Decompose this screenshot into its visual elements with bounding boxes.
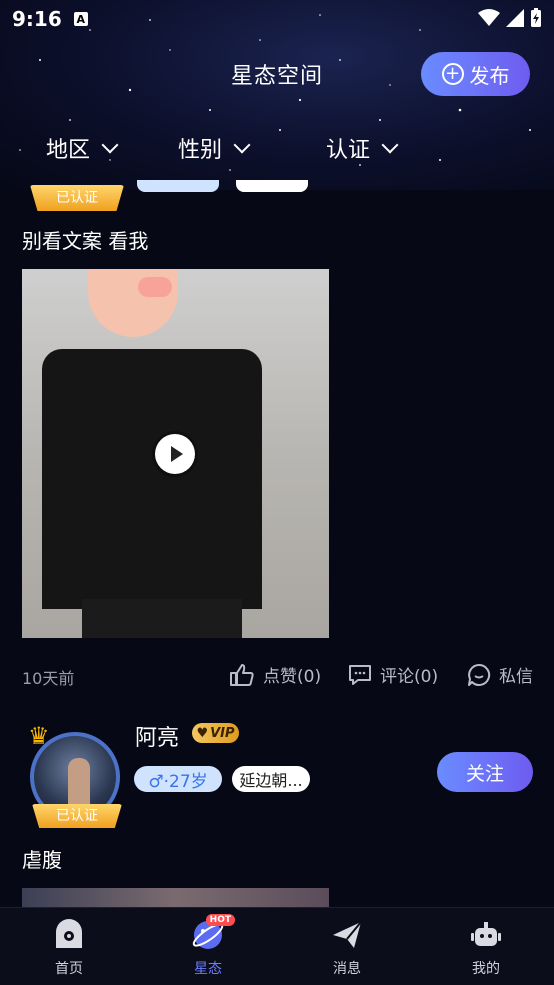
- vip-label: VIP: [210, 725, 235, 741]
- plus-circle-icon: +: [441, 63, 464, 85]
- play-icon[interactable]: [155, 434, 195, 474]
- post-timestamp: 10天前: [22, 669, 75, 688]
- vip-heart-icon: ♥: [196, 725, 209, 741]
- tab-home[interactable]: 首页: [29, 918, 109, 978]
- hot-badge: HOT: [205, 914, 235, 926]
- chevron-down-icon: [233, 136, 251, 154]
- message-label: 私信: [499, 667, 533, 687]
- like-label: 点赞(0): [263, 667, 322, 687]
- status-bar: 9:16 A: [0, 0, 554, 38]
- message-button[interactable]: 私信: [467, 662, 533, 687]
- publish-button[interactable]: + 发布: [421, 52, 530, 96]
- tab-profile-label: 我的: [472, 961, 500, 977]
- post-video[interactable]: [22, 269, 329, 638]
- comment-icon: [349, 664, 371, 685]
- post-actions: 10天前 点赞(0) 评论(0) 私信: [0, 662, 554, 690]
- age-pill: ♂·27岁: [134, 766, 222, 792]
- header: 9:16 A 星态空间 + 发布 地区 性别 认证: [0, 0, 554, 190]
- chevron-down-icon: [381, 136, 399, 154]
- post-video[interactable]: [22, 888, 329, 907]
- tab-messages[interactable]: 消息: [307, 918, 387, 978]
- location-pill: [236, 180, 308, 192]
- verified-badge: 已认证: [32, 804, 122, 828]
- wifi-icon: [478, 9, 500, 26]
- thumbs-up-icon: [230, 663, 254, 686]
- tab-messages-label: 消息: [333, 961, 361, 977]
- filter-gender[interactable]: 性别: [178, 132, 251, 164]
- age-pill: [137, 180, 219, 192]
- filter-bar: 地区 性别 认证: [0, 132, 554, 172]
- chevron-down-icon: [101, 136, 119, 154]
- publish-label: 发布: [469, 63, 510, 88]
- pig-face-sticker: [88, 269, 178, 337]
- planet-icon: HOT: [191, 914, 235, 952]
- post-text: 别看文案 看我: [22, 229, 149, 253]
- status-time: 9:16: [12, 7, 62, 31]
- location-pill: 延边朝...: [232, 766, 310, 792]
- bottom-tab-bar: 首页 HOT 星态 消息 我的: [0, 907, 554, 985]
- feed-list[interactable]: 已认证 别看文案 看我 10天前 点赞(0) 评论(0) 私信 ♛ 已认证 阿亮…: [0, 180, 554, 907]
- robot-icon: [469, 918, 503, 952]
- filter-region-label: 地区: [46, 138, 91, 163]
- comment-label: 评论(0): [380, 667, 439, 687]
- follow-button[interactable]: 关注: [437, 752, 533, 792]
- like-button[interactable]: 点赞(0): [229, 662, 321, 687]
- video-subject: [42, 349, 262, 609]
- crown-icon: ♛: [28, 722, 50, 750]
- comment-button[interactable]: 评论(0): [348, 662, 438, 687]
- signal-icon: [506, 9, 524, 27]
- avatar[interactable]: ♛ 已认证: [22, 718, 132, 830]
- paper-plane-icon: [330, 918, 364, 952]
- ghost-icon: [52, 918, 86, 952]
- filter-verified[interactable]: 认证: [326, 132, 399, 164]
- vip-badge: ♥ VIP: [192, 723, 239, 743]
- username[interactable]: 阿亮: [135, 720, 179, 752]
- app-notification-icon: A: [73, 12, 88, 26]
- post-text: 虐腹: [22, 848, 62, 872]
- filter-verified-label: 认证: [326, 138, 371, 163]
- filter-region[interactable]: 地区: [46, 132, 119, 164]
- tab-star[interactable]: HOT 星态: [168, 914, 248, 978]
- filter-gender-label: 性别: [178, 138, 223, 163]
- tab-star-label: 星态: [194, 961, 222, 977]
- tab-profile[interactable]: 我的: [446, 918, 526, 978]
- chat-bubble-icon: [468, 663, 491, 686]
- status-icons: [478, 8, 542, 28]
- tab-home-label: 首页: [55, 961, 83, 977]
- verified-badge: 已认证: [30, 185, 124, 211]
- battery-icon: [531, 8, 541, 27]
